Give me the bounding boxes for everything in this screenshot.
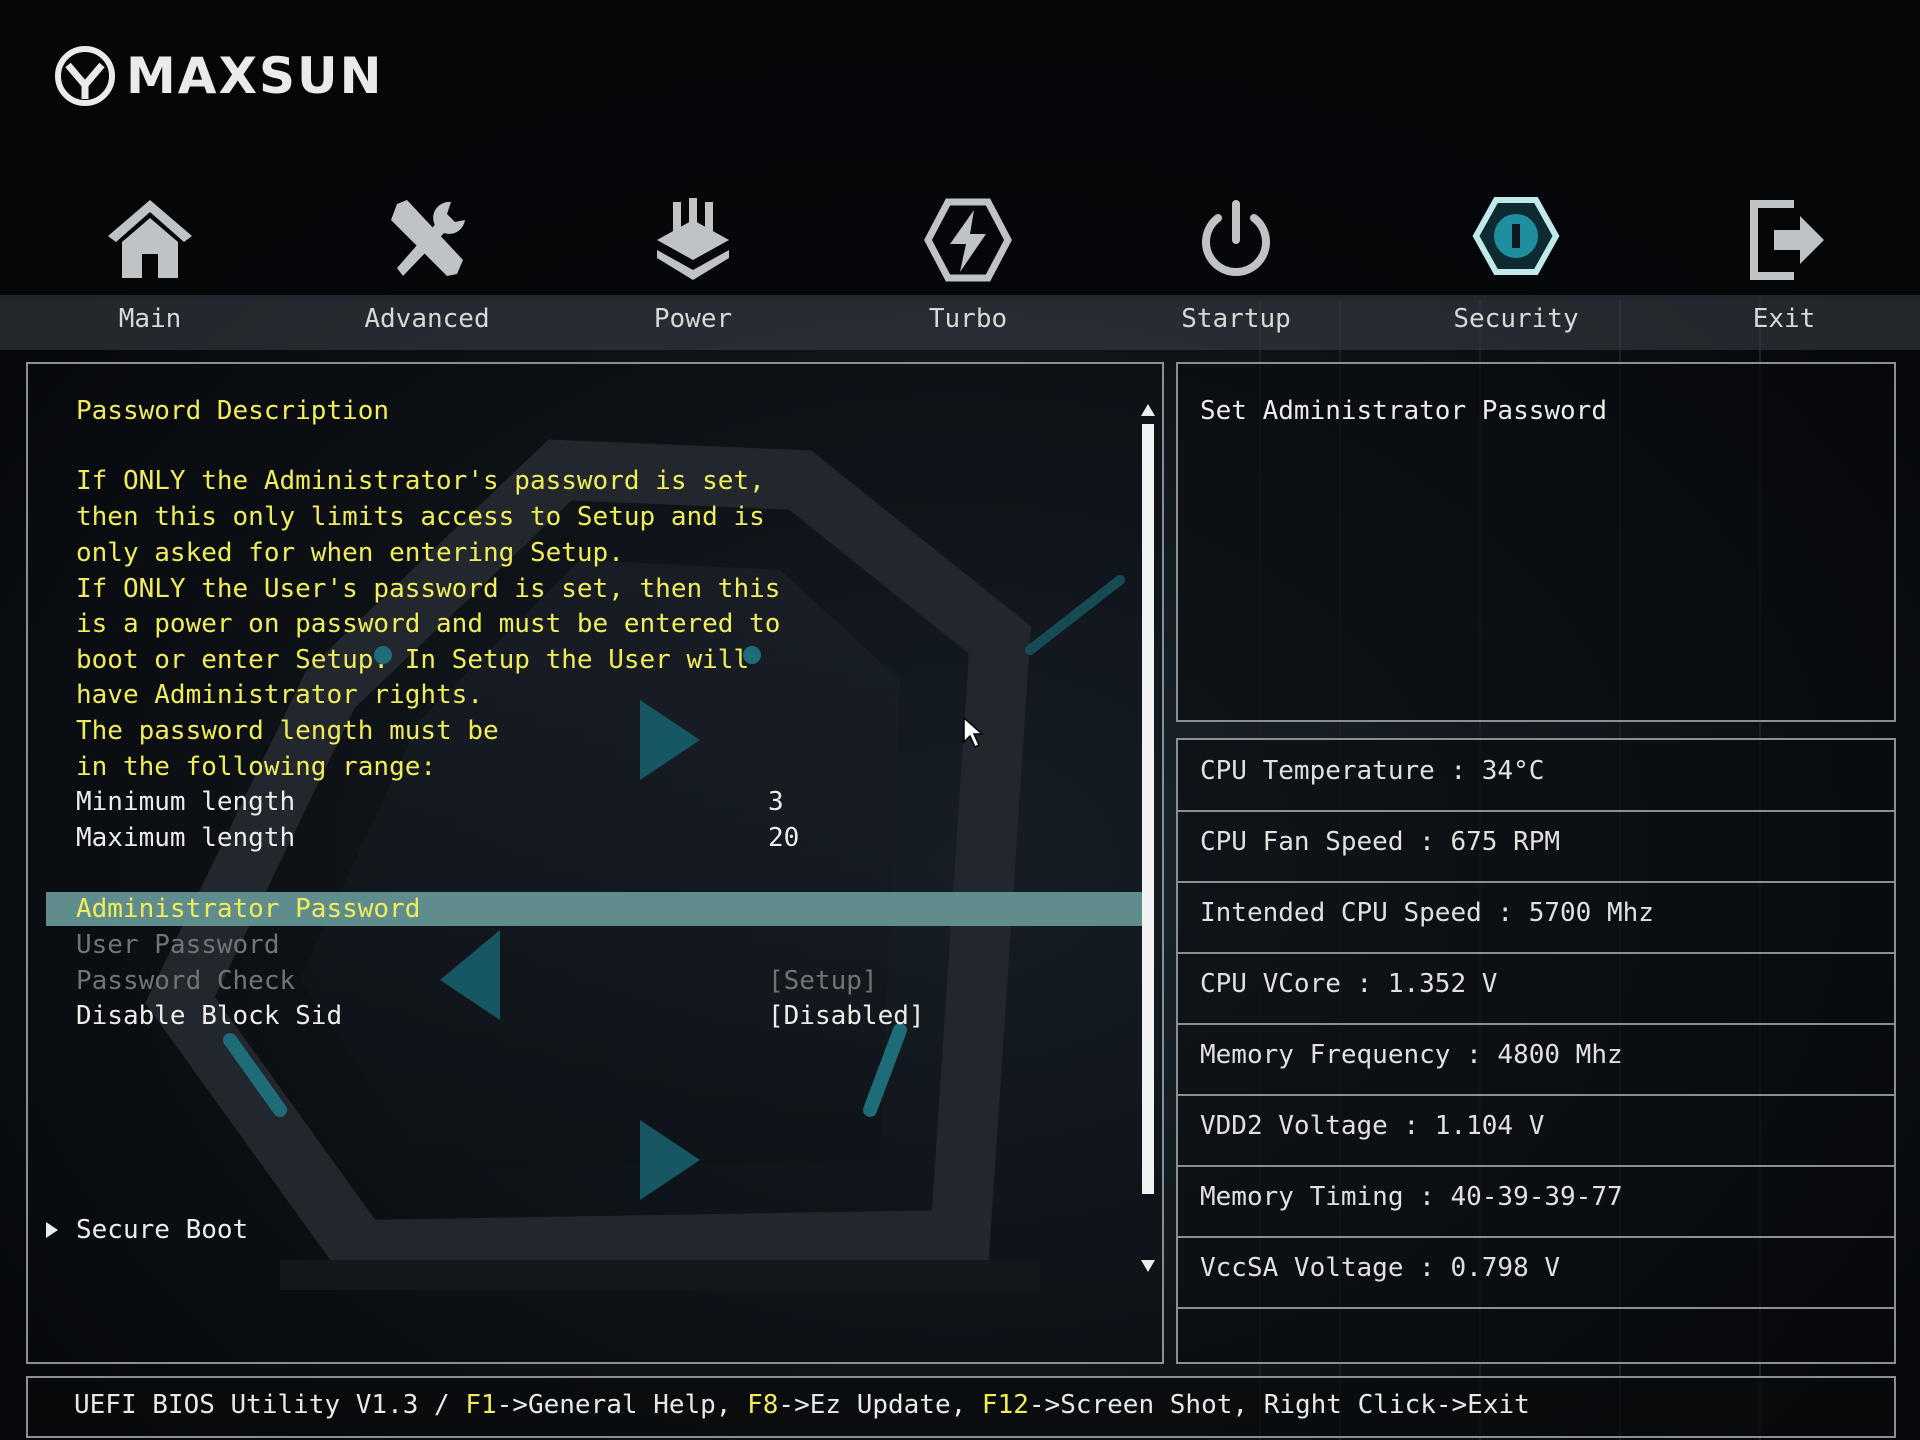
status-bar: UEFI BIOS Utility V1.3 / F1->General Hel… [26, 1376, 1896, 1438]
tab-advanced-label: Advanced [364, 304, 490, 334]
f12-text: ->Screen Shot, Right Click->Exit [1028, 1390, 1530, 1420]
vdd2-voltage: VDD2 Voltage : 1.104 V [1200, 1111, 1545, 1141]
cpu-fan-speed: CPU Fan Speed : 675 RPM [1200, 827, 1561, 857]
shield-icon [1472, 197, 1560, 275]
scrollbar-thumb[interactable] [1142, 424, 1154, 1194]
block-sid-item[interactable]: Disable Block Sid [76, 999, 342, 1033]
stat-row: VDD2 Voltage : 1.104 V [1178, 1095, 1894, 1167]
password-check-label: Password Check [76, 966, 296, 996]
admin-password-item[interactable]: Administrator Password [76, 892, 420, 926]
user-password-item: User Password [76, 930, 280, 960]
stat-row: VccSA Voltage : 0.798 V [1178, 1237, 1894, 1309]
cpu-temperature: CPU Temperature : 34°C [1200, 756, 1545, 786]
intended-cpu-speed: Intended CPU Speed : 5700 Mhz [1200, 898, 1654, 928]
power-chip-icon [657, 198, 729, 280]
cpu-vcore: CPU VCore : 1.352 V [1200, 969, 1498, 999]
stat-row: Intended CPU Speed : 5700 Mhz [1178, 882, 1894, 954]
tab-main-label: Main [118, 304, 182, 334]
description-line: If ONLY the Administrator's password is … [76, 466, 765, 496]
tab-power[interactable]: Power [578, 190, 808, 340]
tab-startup-label: Startup [1181, 304, 1291, 334]
f8-text: ->Ez Update, [778, 1390, 982, 1420]
lightning-icon [924, 198, 1012, 282]
stat-row: Memory Timing : 40-39-39-77 [1178, 1166, 1894, 1238]
submenu-arrow-icon [46, 1222, 58, 1238]
tab-startup[interactable]: Startup [1121, 190, 1351, 340]
power-button-icon [1202, 200, 1270, 276]
tab-exit-label: Exit [1752, 304, 1816, 334]
min-length-value: 3 [768, 787, 784, 817]
description-line: If ONLY the User's password is set, then… [76, 574, 781, 604]
help-panel: Set Administrator Password [1176, 362, 1896, 722]
stat-row: Memory Frequency : 4800 Mhz [1178, 1024, 1894, 1096]
brand-name: MAXSUN [126, 47, 384, 105]
stat-row: CPU Fan Speed : 675 RPM [1178, 811, 1894, 883]
stat-row: CPU Temperature : 34°C [1178, 740, 1894, 812]
vccsa-voltage: VccSA Voltage : 0.798 V [1200, 1253, 1561, 1283]
tab-security-label: Security [1453, 304, 1579, 334]
tab-main[interactable]: Main [35, 190, 265, 340]
tab-exit[interactable]: Exit [1669, 190, 1899, 340]
secure-boot-item[interactable]: Secure Boot [76, 1213, 248, 1247]
description-line: have Administrator rights. [76, 680, 483, 710]
exit-icon [1750, 200, 1824, 280]
max-length-value: 20 [768, 823, 800, 853]
memory-timing: Memory Timing : 40-39-39-77 [1200, 1182, 1623, 1212]
description-line: The password length must be [76, 716, 499, 746]
scroll-up-icon[interactable] [1138, 400, 1158, 420]
block-sid-value[interactable]: [Disabled] [768, 999, 925, 1033]
description-line: only asked for when entering Setup. [76, 538, 624, 568]
f1-text: ->General Help, [496, 1390, 748, 1420]
tools-icon [391, 200, 465, 276]
maxsun-logo-icon [55, 46, 115, 106]
mouse-cursor-icon [963, 716, 984, 749]
tab-turbo[interactable]: Turbo [853, 190, 1083, 340]
home-icon [108, 200, 192, 278]
help-text: Set Administrator Password [1200, 396, 1607, 426]
password-check-value: [Setup] [768, 966, 878, 996]
description-line: boot or enter Setup. In Setup the User w… [76, 645, 750, 675]
description-line: is a power on password and must be enter… [76, 609, 781, 639]
top-navigation: Main Advanced Power Turbo Startup Securi… [0, 190, 1920, 350]
tab-turbo-label: Turbo [928, 304, 1008, 334]
settings-panel: Password Description If ONLY the Adminis… [26, 362, 1164, 1364]
scroll-down-icon[interactable] [1138, 1256, 1158, 1276]
f12-key: F12 [981, 1390, 1029, 1420]
min-length-label: Minimum length [76, 787, 296, 817]
f8-key: F8 [747, 1390, 779, 1420]
max-length-label: Maximum length [76, 823, 296, 853]
description-line: in the following range: [76, 752, 437, 782]
status-text: UEFI BIOS Utility V1.3 / F1->General Hel… [74, 1390, 1530, 1420]
password-description-title: Password Description [76, 396, 390, 426]
brand-logo: MAXSUN [54, 44, 383, 108]
tab-power-label: Power [653, 304, 733, 334]
description-line: then this only limits access to Setup an… [76, 502, 765, 532]
tab-advanced[interactable]: Advanced [312, 190, 542, 340]
hardware-monitor-panel: CPU Temperature : 34°C CPU Fan Speed : 6… [1176, 738, 1896, 1364]
tab-security[interactable]: Security [1401, 190, 1631, 340]
memory-frequency: Memory Frequency : 4800 Mhz [1200, 1040, 1623, 1070]
f1-key: F1 [465, 1390, 497, 1420]
stat-row: CPU VCore : 1.352 V [1178, 953, 1894, 1025]
status-prefix: UEFI BIOS Utility V1.3 / [74, 1390, 466, 1420]
